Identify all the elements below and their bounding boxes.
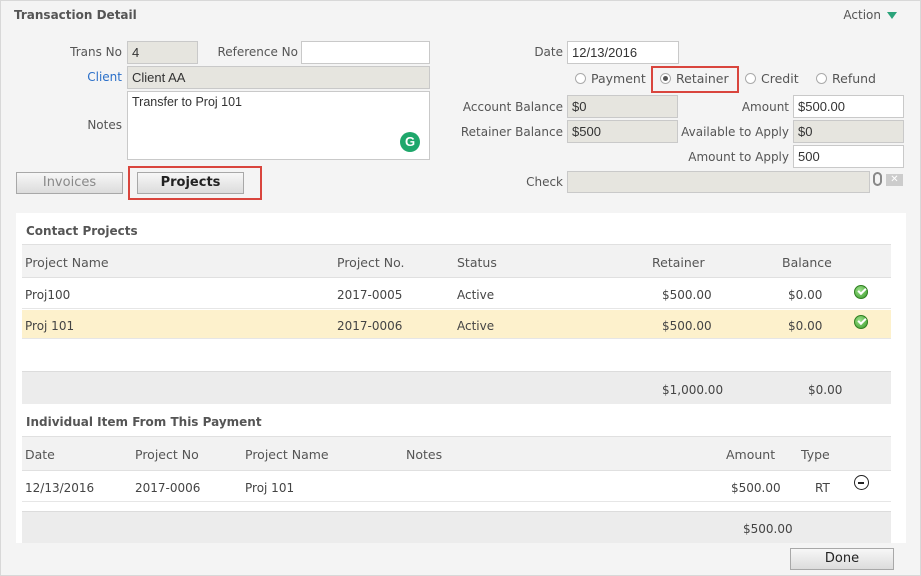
total-amount: $500.00: [743, 522, 793, 536]
trans-no-label: Trans No: [70, 45, 122, 59]
table-row[interactable]: Proj100 2017-0005 Active $500.00 $0.00: [22, 279, 891, 309]
client-link[interactable]: Client: [40, 70, 122, 84]
action-label: Action: [843, 8, 881, 22]
col-retainer[interactable]: Retainer: [652, 255, 705, 270]
date-label: Date: [534, 45, 563, 59]
cell-amount: $500.00: [731, 481, 781, 495]
col-status[interactable]: Status: [457, 255, 497, 270]
grammarly-icon[interactable]: G: [400, 132, 420, 152]
table-row[interactable]: 12/13/2016 2017-0006 Proj 101 $500.00 RT: [22, 472, 891, 502]
client-field: Client AA: [127, 66, 430, 89]
radio-credit-label: Credit: [761, 71, 799, 86]
cell-status: Active: [457, 319, 495, 333]
radio-circle-icon: [575, 73, 586, 84]
reference-no-label: Reference No: [217, 45, 298, 59]
check-icon[interactable]: [854, 315, 868, 329]
cell-project-no: 2017-0006: [135, 481, 201, 495]
total-balance: $0.00: [808, 383, 843, 397]
col-project-no[interactable]: Project No.: [337, 255, 405, 270]
radio-payment-label: Payment: [591, 71, 646, 86]
cell-retainer: $500.00: [662, 288, 712, 302]
radio-credit[interactable]: Credit: [745, 71, 799, 86]
cell-type: RT: [815, 481, 830, 495]
col-type[interactable]: Type: [801, 447, 830, 462]
col-project-no[interactable]: Project No: [135, 447, 199, 462]
cell-project-no: 2017-0005: [337, 288, 403, 302]
remove-icon[interactable]: [854, 475, 869, 490]
date-input[interactable]: 12/13/2016: [567, 41, 679, 64]
retainer-balance-label: Retainer Balance: [460, 125, 563, 139]
invoices-button[interactable]: Invoices: [16, 172, 123, 194]
radio-circle-icon: [745, 73, 756, 84]
cell-project-name: Proj100: [25, 288, 71, 302]
contact-projects-total: $1,000.00 $0.00: [22, 371, 891, 404]
amount-input[interactable]: $500.00: [793, 95, 904, 118]
amount-to-apply-label: Amount to Apply: [688, 150, 789, 164]
highlight-projects: [128, 166, 262, 200]
cell-balance: $0.00: [788, 288, 823, 302]
items-total: $500.00: [22, 511, 891, 543]
highlight-retainer: [651, 66, 739, 93]
items-title: Individual Item From This Payment: [26, 415, 262, 429]
col-amount[interactable]: Amount: [726, 447, 775, 462]
col-project-name[interactable]: Project Name: [25, 255, 109, 270]
radio-payment[interactable]: Payment: [575, 71, 646, 86]
cell-project-name: Proj 101: [25, 319, 75, 333]
contact-projects-header: Project Name Project No. Status Retainer…: [22, 244, 891, 278]
clear-icon[interactable]: ✕: [886, 174, 903, 186]
notes-textarea[interactable]: Transfer to Proj 101 G: [127, 91, 430, 160]
available-field: $0: [793, 120, 904, 143]
retainer-balance-field: $500: [567, 120, 678, 143]
account-balance-field: $0: [567, 95, 678, 118]
col-balance[interactable]: Balance: [782, 255, 832, 270]
amount-to-apply-input[interactable]: 500: [793, 145, 904, 168]
cell-project-no: 2017-0006: [337, 319, 403, 333]
items-header: Date Project No Project Name Notes Amoun…: [22, 436, 891, 471]
trans-no-field: 4: [127, 41, 198, 64]
cell-status: Active: [457, 288, 495, 302]
radio-refund-label: Refund: [832, 71, 876, 86]
table-row[interactable]: Proj 101 2017-0006 Active $500.00 $0.00: [22, 310, 891, 339]
dialog-title: Transaction Detail: [14, 8, 137, 22]
reference-no-input[interactable]: [301, 41, 430, 64]
total-retainer: $1,000.00: [662, 383, 724, 397]
notes-label: Notes: [87, 118, 122, 132]
cell-retainer: $500.00: [662, 319, 712, 333]
paperclip-icon[interactable]: [873, 172, 882, 186]
cell-balance: $0.00: [788, 319, 823, 333]
check-label: Check: [526, 175, 563, 189]
cell-project-name: Proj 101: [245, 481, 295, 495]
col-notes[interactable]: Notes: [406, 447, 442, 462]
radio-circle-icon: [816, 73, 827, 84]
account-balance-label: Account Balance: [462, 100, 563, 114]
col-project-name[interactable]: Project Name: [245, 447, 329, 462]
check-icon[interactable]: [854, 285, 868, 299]
done-button[interactable]: Done: [790, 548, 894, 570]
check-field[interactable]: [567, 171, 870, 193]
action-menu[interactable]: Action: [843, 8, 897, 22]
cell-date: 12/13/2016: [25, 481, 95, 495]
contact-projects-title: Contact Projects: [26, 224, 138, 238]
notes-text: Transfer to Proj 101: [132, 95, 243, 109]
available-label: Available to Apply: [681, 125, 789, 139]
col-date[interactable]: Date: [25, 447, 55, 462]
triangle-down-icon: [887, 12, 897, 19]
radio-refund[interactable]: Refund: [816, 71, 876, 86]
amount-label: Amount: [741, 100, 789, 114]
